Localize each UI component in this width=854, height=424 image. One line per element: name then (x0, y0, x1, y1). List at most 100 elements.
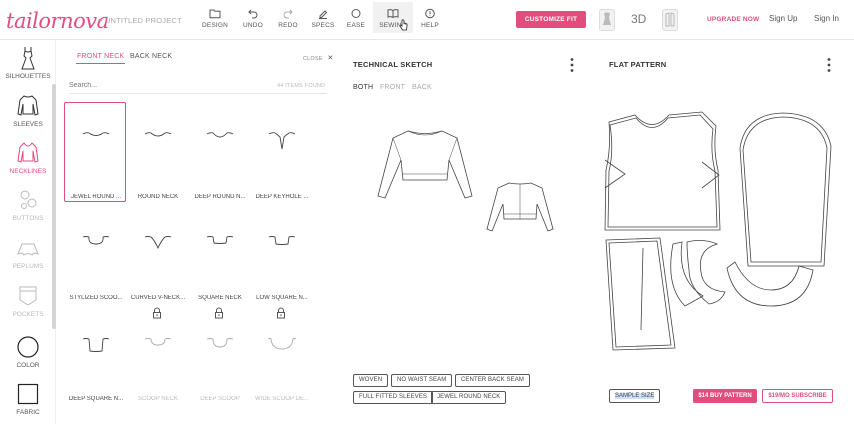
category-necklines[interactable]: NECKLINES (0, 141, 56, 175)
tab-back-neck[interactable]: BACK NECK (130, 53, 172, 60)
low-square-neck-icon (268, 236, 296, 245)
sleeve-icon (17, 95, 39, 116)
view-tab-front[interactable]: FRONT (380, 84, 405, 91)
pencil-icon (319, 10, 328, 19)
folder-icon (209, 9, 221, 19)
deep-scoop-neck-icon (206, 338, 234, 348)
neckline-name: DEEP SCOOP (200, 396, 240, 402)
neckline-card-deep-square[interactable]: DEEP SQUARE N... (64, 308, 126, 408)
back-garment-sketch (486, 182, 554, 232)
undo-button[interactable]: UNDO (233, 8, 273, 29)
tag-center-back-seam: CENTER BACK SEAM (455, 374, 530, 387)
close-panel-button[interactable]: CLOSE ✕ (303, 54, 333, 62)
silhouettes-label: SILHOUETTES (5, 73, 51, 80)
peplums-label: PEPLUMS (12, 263, 44, 270)
neckline-name: LOW SQUARE N... (256, 295, 308, 301)
jewel-round-neck-icon (82, 132, 110, 136)
neckline-card-stylized-scoop[interactable]: STYLIZED SCOO... (64, 206, 126, 306)
buttons-icon (20, 190, 37, 209)
buy-pattern-button[interactable]: $14 BUY PATTERN (693, 389, 757, 403)
customize-fit-button[interactable]: CUSTOMIZE FIT (516, 11, 586, 28)
category-buttons[interactable]: BUTTONS (0, 188, 56, 222)
wide-scoop-neck-icon (267, 338, 297, 350)
color-label: COLOR (16, 362, 40, 369)
neckline-name: JEWEL ROUND ... (70, 194, 122, 200)
pattern-view-icon[interactable] (662, 9, 678, 31)
neckline-card-low-square[interactable]: LOW SQUARE N... (250, 206, 312, 319)
pockets-label: POCKETS (12, 311, 44, 318)
flat-pattern-title: FLAT PATTERN (609, 60, 667, 69)
neckline-name: CURVED V-NECK... (130, 295, 186, 301)
close-icon: ✕ (327, 55, 334, 62)
sample-size-label: SAMPLE SIZE (615, 393, 655, 399)
neckline-card-round[interactable]: ROUND NECK (126, 102, 188, 202)
necklines-label: NECKLINES (9, 168, 47, 175)
sleeves-label: SLEEVES (13, 121, 43, 128)
round-neck-icon (144, 132, 172, 137)
neckline-card-square[interactable]: SQUARE NECK (188, 206, 250, 319)
pocket-icon (19, 286, 37, 306)
items-found-count: 44 ITEMS FOUND (277, 83, 326, 89)
specs-label: SPECS (311, 22, 335, 29)
top-toolbar: tailornova > UNTITLED PROJECT DESIGN UND… (0, 0, 854, 40)
dress-form-icon[interactable] (599, 9, 615, 31)
help-icon (425, 8, 435, 19)
neckline-name: DEEP ROUND N... (194, 194, 246, 200)
technical-sketch-title: TECHNICAL SKETCH (353, 60, 433, 69)
category-pockets[interactable]: POCKETS (0, 284, 56, 318)
category-silhouettes[interactable]: SILHOUETTES (0, 46, 56, 80)
ease-label: EASE (346, 22, 366, 29)
undo-label: UNDO (243, 22, 263, 29)
curved-v-neck-icon (144, 236, 172, 250)
neckline-card-deep-scoop[interactable]: DEEP SCOOP (188, 308, 250, 408)
square-neck-icon (206, 236, 234, 244)
neckline-name: DEEP SQUARE N... (68, 396, 124, 402)
close-label: CLOSE (303, 56, 323, 62)
3d-toggle[interactable]: 3D (631, 12, 646, 26)
sidebar-scrollbar[interactable] (52, 84, 56, 329)
neckline-name: SQUARE NECK (198, 295, 242, 301)
neckline-card-scoop[interactable]: SCOOP NECK (126, 308, 188, 408)
neckline-name: SCOOP NECK (138, 396, 178, 402)
redo-button[interactable]: REDO (268, 8, 308, 29)
view-tab-back[interactable]: BACK (412, 84, 432, 91)
tailornova-logo[interactable]: tailornova (6, 9, 109, 33)
scoop-neck-icon (144, 338, 172, 346)
fabric-label: FABRIC (16, 409, 40, 416)
neckline-card-wide-scoop[interactable]: WIDE SCOOP DE... (250, 308, 312, 408)
neckline-card-jewel-round[interactable]: JEWEL ROUND ... (64, 102, 126, 202)
tab-front-neck[interactable]: FRONT NECK (76, 53, 126, 64)
design-button[interactable]: DESIGN (195, 8, 235, 29)
sign-in-link[interactable]: Sign In (814, 14, 839, 23)
category-fabric[interactable]: FABRIC (0, 382, 56, 416)
deep-square-neck-icon (82, 338, 110, 352)
buttons-label: BUTTONS (12, 215, 44, 222)
subscribe-button[interactable]: $19/MO SUBSCRIBE (762, 389, 833, 403)
neckline-card-curved-v[interactable]: CURVED V-NECK... (126, 206, 188, 319)
sample-size-button[interactable]: SAMPLE SIZE (609, 389, 661, 403)
stylized-scoop-neck-icon (82, 236, 110, 245)
sign-up-link[interactable]: Sign Up (769, 14, 797, 23)
tag-full-fitted-sleeves: FULL FITTED SLEEVES (353, 391, 434, 404)
dress-icon (21, 47, 35, 70)
category-peplums[interactable]: PEPLUMS (0, 238, 56, 270)
neckline-card-deep-keyhole[interactable]: DEEP KEYHOLE ... (250, 102, 312, 202)
circle-icon (351, 9, 361, 18)
sketch-menu-icon[interactable] (569, 57, 575, 73)
neckline-name: DEEP KEYHOLE ... (255, 194, 309, 200)
upgrade-now-link[interactable]: UPGRADE NOW (707, 16, 759, 23)
book-icon (387, 9, 399, 19)
help-button[interactable]: HELP (410, 8, 450, 29)
neckline-icon (17, 142, 39, 163)
preview-area: TECHNICAL SKETCH BOTH FRONT BACK FLAT PA… (337, 40, 854, 424)
pattern-menu-icon[interactable] (826, 57, 832, 73)
view-tab-both[interactable]: BOTH (353, 84, 373, 91)
tag-woven: WOVEN (353, 374, 389, 387)
category-sleeves[interactable]: SLEEVES (0, 94, 56, 128)
neckline-card-deep-round[interactable]: DEEP ROUND N... (188, 102, 250, 202)
front-garment-sketch (377, 130, 473, 199)
category-color[interactable]: COLOR (0, 335, 56, 369)
project-breadcrumb[interactable]: > UNTITLED PROJECT (98, 16, 182, 25)
ease-button[interactable]: EASE (336, 8, 376, 29)
deep-round-neck-icon (206, 132, 234, 138)
